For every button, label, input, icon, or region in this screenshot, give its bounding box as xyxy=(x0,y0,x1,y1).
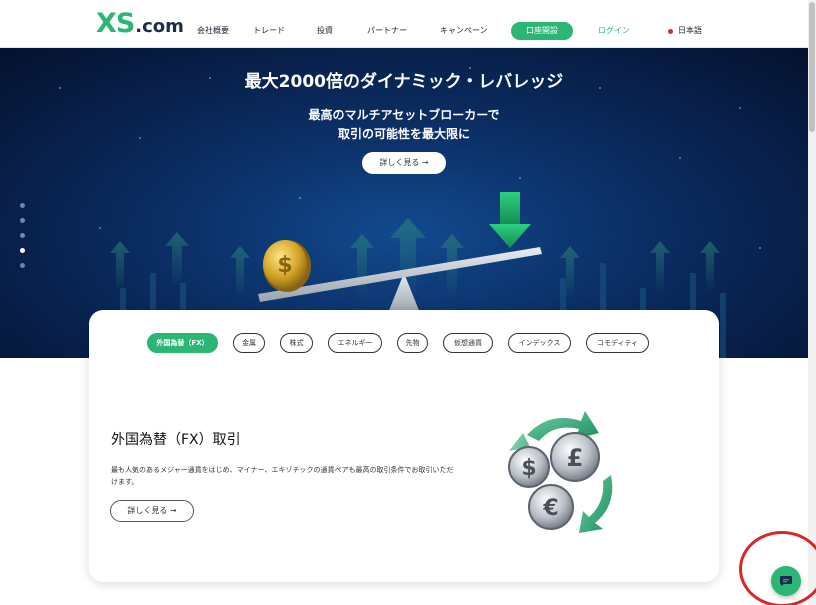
product-learn-more-button[interactable]: 詳しく見る → xyxy=(110,500,194,522)
tab-commodities[interactable]: コモディティ xyxy=(586,333,649,353)
logo-main: XS xyxy=(96,8,135,39)
tab-metals[interactable]: 金属 xyxy=(233,333,265,353)
xs-logo[interactable]: XS .com xyxy=(96,10,184,38)
currency-coins-icon: $ £ € xyxy=(508,411,613,533)
hero-learn-more-button[interactable]: 詳しく見る → xyxy=(362,152,446,174)
product-title: 外国為替（FX）取引 xyxy=(111,432,241,448)
nav-trade[interactable]: トレード xyxy=(253,25,285,37)
slide-dot-2[interactable] xyxy=(20,218,25,223)
page: XS .com 会社概要 トレード 投資 パートナー キャンペーン 口座開設 ロ… xyxy=(0,0,816,605)
tab-futures[interactable]: 先物 xyxy=(397,333,428,353)
svg-text:€: € xyxy=(542,496,558,521)
slide-dot-1[interactable] xyxy=(20,203,25,208)
hero-subtitle: 最高のマルチアセットブローカーで 取引の可能性を最大限に xyxy=(0,106,808,144)
dollar-coin-icon: $ xyxy=(263,240,311,292)
product-card: 外国為替（FX） 金属 株式 エネルギー 先物 仮想通貨 インデックス コモディ… xyxy=(89,310,719,582)
tab-indices[interactable]: インデックス xyxy=(508,333,571,353)
down-arrow-icon xyxy=(489,192,531,248)
nav-company[interactable]: 会社概要 xyxy=(197,25,229,37)
tab-crypto[interactable]: 仮想通貨 xyxy=(443,333,493,353)
svg-text:$: $ xyxy=(277,253,292,278)
slide-indicators xyxy=(20,203,25,278)
site-header: XS .com 会社概要 トレード 投資 パートナー キャンペーン 口座開設 ロ… xyxy=(0,0,808,48)
tab-fx[interactable]: 外国為替（FX） xyxy=(147,333,218,353)
svg-text:$: $ xyxy=(521,456,536,481)
slide-dot-4[interactable] xyxy=(20,248,25,253)
scrollbar-thumb[interactable] xyxy=(809,2,815,132)
tab-energy[interactable]: エネルギー xyxy=(328,333,382,353)
language-label: 日本語 xyxy=(678,26,702,35)
nav-invest[interactable]: 投資 xyxy=(317,25,333,37)
slide-dot-5[interactable] xyxy=(20,263,25,268)
language-selector[interactable]: 日本語 xyxy=(668,25,702,37)
product-description: 最も人気のあるメジャー通貨をはじめ、マイナー、エキゾチックの通貨ペアも最高の取引… xyxy=(111,466,454,486)
page-scrollbar[interactable] xyxy=(808,0,816,605)
tab-stocks[interactable]: 株式 xyxy=(280,333,313,353)
japan-flag-icon xyxy=(668,28,673,34)
hero-subtitle-line2: 取引の可能性を最大限に xyxy=(337,127,470,141)
chat-button[interactable] xyxy=(771,566,801,596)
hero-subtitle-line1: 最高のマルチアセットブローカーで xyxy=(308,108,500,122)
nav-campaign[interactable]: キャンペーン xyxy=(440,25,488,37)
nav-partner[interactable]: パートナー xyxy=(367,25,407,37)
login-link[interactable]: ログイン xyxy=(598,25,630,37)
slide-dot-3[interactable] xyxy=(20,233,25,238)
hero-title: 最大2000倍のダイナミック・レバレッジ xyxy=(244,72,564,92)
svg-text:£: £ xyxy=(567,444,584,472)
logo-suffix: .com xyxy=(135,16,184,37)
open-account-button[interactable]: 口座開設 xyxy=(511,22,573,40)
chat-icon xyxy=(780,576,792,586)
